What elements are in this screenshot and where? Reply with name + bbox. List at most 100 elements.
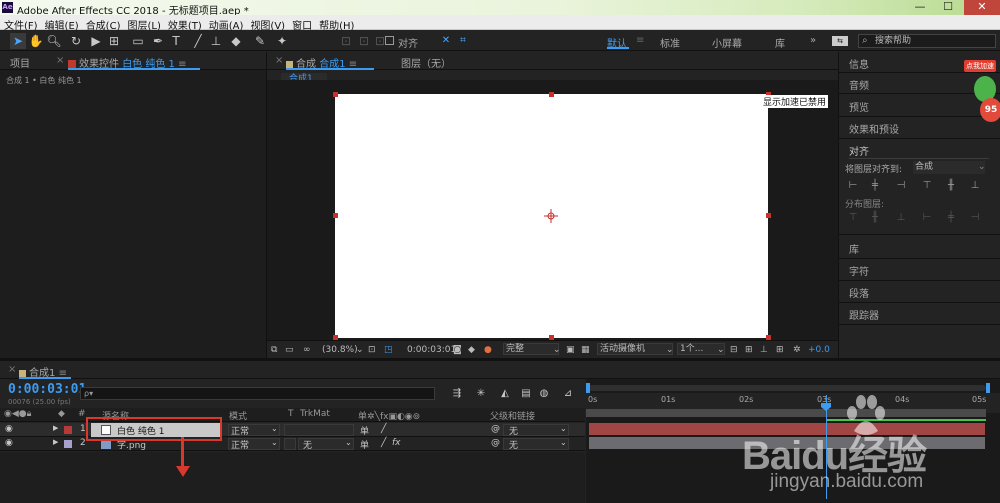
pen-tool-icon[interactable]: ✒ <box>150 33 166 49</box>
quality-switch-icon[interactable]: ╱ <box>381 438 386 448</box>
speed-up-widget[interactable]: 点我加速 95 <box>960 60 1000 135</box>
minimize-button[interactable]: — <box>906 0 934 15</box>
transform-handle-left[interactable] <box>333 213 338 218</box>
snapshot-camera-icon[interactable]: ◙ <box>453 345 462 355</box>
effects-switch-icon[interactable]: fx <box>392 438 401 448</box>
align-panel-title[interactable]: 对齐 <box>849 143 869 158</box>
pick-whip-icon[interactable]: @ <box>491 438 500 448</box>
workspace-standard[interactable]: 标准 <box>660 35 680 50</box>
maximize-button[interactable]: ☐ <box>934 0 962 15</box>
close-comp-tab-icon[interactable]: × <box>275 55 283 66</box>
align-horizontal-center-icon[interactable]: ╪ <box>869 180 881 192</box>
panel-tracker[interactable]: 跟踪器 <box>849 307 879 322</box>
pan-behind-tool-icon[interactable]: ⊞ <box>106 33 122 49</box>
rectangle-tool-icon[interactable]: ▭ <box>130 33 146 49</box>
menu-window[interactable]: 窗口 <box>288 15 315 32</box>
panel-preview[interactable]: 预览 <box>849 99 869 114</box>
exposure-value[interactable]: +0.0 <box>808 345 830 355</box>
workspace-small-screen[interactable]: 小屏幕 <box>712 35 742 50</box>
search-help-input[interactable]: 搜索帮助 <box>858 34 996 48</box>
motion-blur-icon[interactable]: ◍ <box>536 386 552 402</box>
anchor-point-icon[interactable] <box>544 209 558 223</box>
menu-animation[interactable]: 动画(A) <box>205 15 247 32</box>
fast-previews-icon[interactable]: ⊞ <box>745 345 753 355</box>
always-preview-icon[interactable]: ⧉ <box>271 345 277 355</box>
transform-handle-top-left[interactable] <box>333 92 338 97</box>
transform-handle-right[interactable] <box>766 213 771 218</box>
menu-file[interactable]: 文件(F) <box>0 15 41 32</box>
menu-composition[interactable]: 合成(C) <box>82 15 124 32</box>
panel-libraries[interactable]: 库 <box>849 241 859 256</box>
menu-edit[interactable]: 编辑(E) <box>41 15 82 32</box>
tab-layer[interactable]: 图层（无） <box>401 55 451 70</box>
shy-switch-icon[interactable]: 单 <box>360 424 369 437</box>
roto-brush-tool-icon[interactable]: ✎ <box>252 33 268 49</box>
menu-effect[interactable]: 效果(T) <box>164 15 205 32</box>
panel-paragraph[interactable]: 段落 <box>849 285 869 300</box>
layer-label-color[interactable] <box>64 426 72 434</box>
hand-tool-icon[interactable]: ✋ <box>28 33 44 49</box>
navigator-start-handle[interactable] <box>586 383 590 393</box>
brush-tool-icon[interactable]: ╱ <box>190 33 206 49</box>
navigator-end-handle[interactable] <box>986 383 990 393</box>
close-tab-icon[interactable]: × <box>56 55 64 66</box>
eraser-tool-icon[interactable]: ◆ <box>228 33 244 49</box>
timeline-icon[interactable]: ⊥ <box>760 345 768 355</box>
puppet-tool-icon[interactable]: ✦ <box>274 33 290 49</box>
align-to-dropdown[interactable]: 合成 <box>913 161 985 174</box>
toggle-pixel-aspect-icon[interactable]: ⊟ <box>730 345 738 355</box>
snap-checkbox[interactable] <box>385 36 394 45</box>
camera-tool-icon[interactable]: ▶ <box>88 33 104 49</box>
video-visibility-icon[interactable]: ◉ <box>5 424 13 434</box>
workspace-more-button[interactable]: » <box>810 35 816 46</box>
panel-character[interactable]: 字符 <box>849 263 869 278</box>
layer-label-color[interactable] <box>64 440 72 448</box>
composition-viewer[interactable]: 显示加速已禁用 <box>267 80 838 340</box>
tab-project[interactable]: 项目 <box>10 55 30 70</box>
selection-tool-icon[interactable]: ➤ <box>10 33 26 49</box>
workspace-libraries[interactable]: 库 <box>775 35 785 50</box>
layer-list-empty-area[interactable] <box>0 452 585 503</box>
column-parent-link[interactable]: 父级和链接 <box>490 409 535 422</box>
region-of-interest-icon[interactable]: ▣ <box>566 345 575 355</box>
camera-dropdown[interactable]: 活动摄像机 <box>597 343 673 355</box>
align-bottom-icon[interactable]: ⊥ <box>969 180 981 192</box>
menu-help[interactable]: 帮助(H) <box>315 15 357 32</box>
close-timeline-tab-icon[interactable]: × <box>8 364 16 375</box>
grid-guide-icon[interactable]: ⊡ <box>368 345 376 355</box>
panel-audio[interactable]: 音频 <box>849 77 869 92</box>
magnification-dropdown[interactable]: (30.8%) <box>322 345 358 355</box>
timeline-search-input[interactable]: ρ▾ <box>80 387 435 400</box>
graph-editor-icon[interactable]: ⊿ <box>560 386 576 402</box>
snap-feature-icon[interactable]: ⌗ <box>455 33 471 49</box>
expand-layer-icon[interactable]: ▶ <box>53 424 58 432</box>
preserve-transparency-toggle[interactable] <box>284 438 296 450</box>
expand-layer-icon[interactable]: ▶ <box>53 438 58 446</box>
zoom-tool-icon[interactable]: 🔍︎ <box>46 33 62 49</box>
type-tool-icon[interactable]: T <box>168 33 184 49</box>
current-time-display[interactable]: 0:00:03:01 <box>407 345 456 355</box>
monitor-icon[interactable]: ▭ <box>285 345 294 355</box>
pick-whip-icon[interactable]: @ <box>491 424 500 434</box>
mask-visibility-icon[interactable]: ∞ <box>303 345 311 355</box>
sync-settings-icon[interactable]: ⇆ <box>832 36 848 46</box>
timeline-current-time[interactable]: 0:00:03:01 <box>8 382 86 397</box>
column-mode[interactable]: 模式 <box>229 409 247 422</box>
draft-3d-icon[interactable]: ✳ <box>473 386 489 402</box>
flowchart-icon[interactable]: ⊞ <box>776 345 784 355</box>
align-right-icon[interactable]: ⊣ <box>895 180 907 192</box>
transform-handle-top[interactable] <box>549 92 554 97</box>
menu-layer[interactable]: 图层(L) <box>123 15 163 32</box>
exposure-reset-icon[interactable]: ✲ <box>793 345 801 355</box>
clone-stamp-tool-icon[interactable]: ⊥ <box>208 33 224 49</box>
column-trkmat[interactable]: TrkMat <box>300 409 330 419</box>
comp-mini-flowchart-icon[interactable]: ⇶ <box>449 386 465 402</box>
magnification-chevron-icon[interactable]: ⌄ <box>356 345 364 355</box>
align-left-icon[interactable]: ⊢ <box>847 180 859 192</box>
toggle-mask-icon[interactable]: ◳ <box>384 345 393 355</box>
quality-switch-icon[interactable]: ╱ <box>381 424 386 434</box>
panel-info[interactable]: 信息 <box>849 56 869 71</box>
rotate-tool-icon[interactable]: ↻ <box>68 33 84 49</box>
panel-effects-presets[interactable]: 效果和预设 <box>849 121 899 136</box>
frame-blending-icon[interactable]: ▤ <box>518 386 534 402</box>
